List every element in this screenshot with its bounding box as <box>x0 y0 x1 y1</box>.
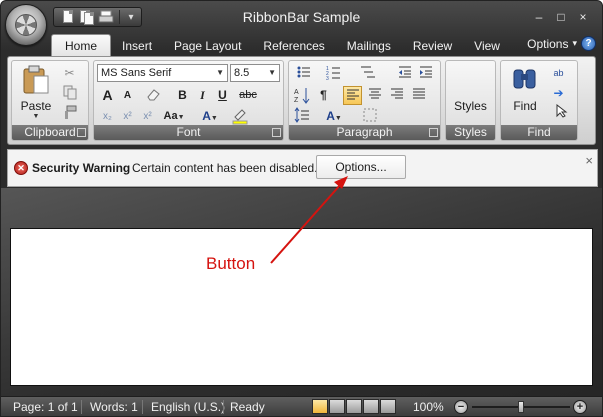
annotation-label: Button <box>206 254 256 273</box>
app-logo-icon <box>15 14 37 36</box>
view-switcher <box>312 399 396 414</box>
status-divider <box>81 400 82 414</box>
page-count: Page: 1 of 1 <box>13 400 78 414</box>
zoom-control: − + <box>454 399 594 415</box>
print-layout-view-icon[interactable] <box>312 399 328 414</box>
outline-view-icon[interactable] <box>363 399 379 414</box>
zoom-percent[interactable]: 100% <box>413 400 444 414</box>
application-button[interactable] <box>5 4 47 46</box>
draft-view-icon[interactable] <box>380 399 396 414</box>
status-bar: Page: 1 of 1 Words: 1 English (U.S.) Rea… <box>1 396 602 416</box>
ready-state: Ready <box>230 400 265 414</box>
zoom-slider-thumb[interactable] <box>518 401 524 413</box>
zoom-in-icon[interactable]: + <box>573 400 587 414</box>
annotation-arrow-icon <box>270 176 348 264</box>
full-screen-view-icon[interactable] <box>329 399 345 414</box>
language: English (U.S.) <box>151 400 226 414</box>
web-layout-view-icon[interactable] <box>346 399 362 414</box>
zoom-out-icon[interactable]: − <box>454 400 468 414</box>
word-count: Words: 1 <box>90 400 138 414</box>
status-divider <box>223 400 224 414</box>
status-divider <box>142 400 143 414</box>
zoom-slider[interactable] <box>472 401 570 413</box>
app-window: ▾ RibbonBar Sample – □ × Home Insert Pag… <box>0 0 603 417</box>
